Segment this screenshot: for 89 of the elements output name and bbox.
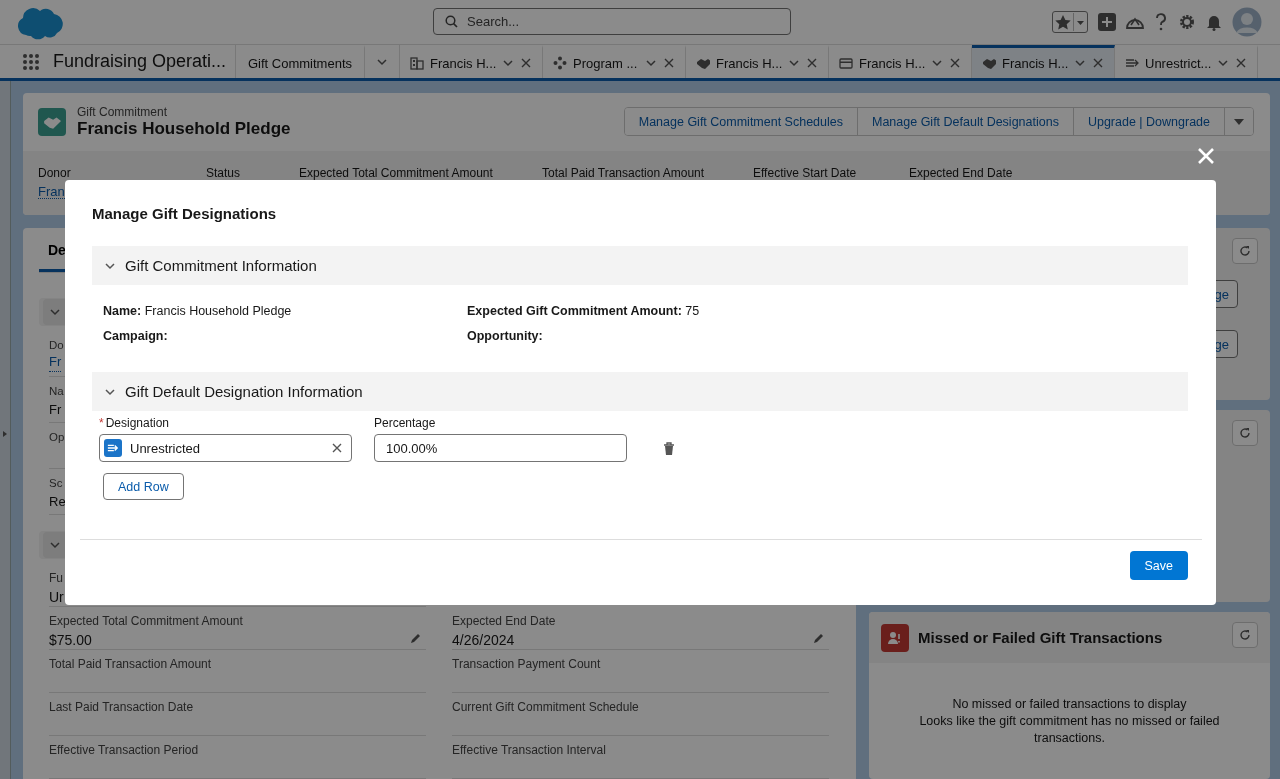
field-label: * Designation — [99, 416, 171, 430]
favorites-button[interactable] — [1052, 11, 1088, 33]
search-field[interactable]: Search... — [433, 8, 791, 35]
field-label: Effective Transaction Interval — [452, 742, 606, 758]
app-name: Fundraising Operati... — [53, 51, 227, 72]
settings-icon[interactable] — [1178, 13, 1196, 31]
refresh-icon — [1239, 427, 1251, 439]
close-icon[interactable] — [806, 57, 819, 69]
field-value: $75.00 — [49, 631, 92, 650]
section-toggle[interactable] — [43, 299, 67, 325]
section-header[interactable]: Gift Commitment Information — [92, 246, 1188, 285]
pencil-icon[interactable] — [410, 632, 422, 644]
caret-icon[interactable] — [1074, 57, 1087, 69]
field-label: Na — [49, 384, 64, 399]
field-value: Re — [49, 493, 66, 511]
field-label: Last Paid Transaction Date — [49, 699, 194, 715]
field-label: Sc — [49, 476, 63, 491]
nav-tab[interactable]: Francis H... — [972, 45, 1115, 78]
field-label: Expected Total Commitment Amount — [49, 613, 243, 629]
trash-icon[interactable] — [663, 441, 675, 455]
section-header[interactable]: Gift Default Designation Information — [92, 372, 1188, 411]
field-label: Expected End Date — [452, 613, 556, 629]
save-button[interactable]: Save — [1129, 551, 1188, 580]
close-icon[interactable] — [663, 57, 675, 69]
close-icon[interactable] — [1092, 57, 1105, 69]
field-text: Expected Gift Commitment Amount: 75 — [467, 303, 701, 318]
close-icon[interactable] — [1235, 57, 1248, 69]
field-link[interactable]: Fr — [49, 353, 62, 372]
percentage-field[interactable]: 100.00% — [374, 434, 627, 462]
person-icon — [887, 629, 903, 646]
add-row-button[interactable]: Add Row — [103, 473, 184, 500]
field-label: Effective Transaction Period — [49, 742, 199, 758]
field-label: Expected Total Commitment Amount — [299, 167, 494, 180]
empty-message: No missed or failed transactions to display — [951, 696, 1188, 713]
record-title: Francis Household Pledge — [77, 118, 291, 139]
add-icon[interactable] — [1098, 13, 1116, 31]
field-label: Effective Start Date — [753, 167, 858, 180]
close-icon[interactable] — [520, 57, 533, 69]
field-label: Percentage — [374, 416, 437, 430]
field-text: Name: Francis Household Pledge — [103, 303, 293, 318]
nodes-icon — [553, 56, 567, 70]
empty-message: Looks like the gift commitment has no missed or failed transactions. — [918, 713, 1221, 747]
caret-icon[interactable] — [788, 57, 801, 69]
caret-icon[interactable] — [502, 57, 515, 69]
arrow-icon — [1125, 56, 1139, 70]
refresh-icon — [1239, 629, 1251, 641]
refresh-icon — [1239, 245, 1251, 257]
card-icon — [839, 56, 853, 70]
field-label: Fu — [49, 570, 63, 586]
field-text: Campaign: — [103, 328, 169, 343]
record-type: Gift Commitment — [77, 104, 168, 119]
donor-link[interactable]: Fran — [38, 185, 65, 199]
field-value: Ur — [49, 588, 64, 607]
designation-icon — [104, 439, 122, 457]
field-label: Do — [49, 338, 64, 353]
caret-icon — [1073, 13, 1087, 31]
required-mark: * — [99, 416, 104, 430]
field-label: Current Gift Commitment Schedule — [452, 699, 639, 715]
clear-icon[interactable] — [331, 442, 343, 454]
refresh-button[interactable] — [1232, 622, 1258, 648]
close-icon[interactable] — [949, 57, 962, 69]
caret-icon — [1234, 117, 1244, 126]
field-label: Total Paid Transaction Amount — [542, 167, 706, 180]
field-value: Fr — [49, 401, 62, 419]
field-label: Op — [49, 430, 65, 445]
app-launcher-icon[interactable] — [22, 52, 40, 71]
pencil-icon[interactable] — [813, 632, 825, 644]
field-label: Donor — [38, 167, 72, 180]
field-label: Expected End Date — [909, 167, 1014, 180]
caret-icon[interactable] — [931, 57, 944, 69]
caret-icon[interactable] — [1217, 57, 1230, 69]
star-icon — [1053, 13, 1073, 31]
field-text: Opportunity: — [467, 328, 544, 343]
field-label: Status — [206, 167, 242, 180]
building-icon — [410, 56, 424, 70]
card-title: Missed or Failed Gift Transactions — [918, 629, 1163, 646]
refresh-button[interactable] — [1232, 238, 1258, 264]
panel-toggle-icon[interactable] — [3, 431, 7, 437]
designation-field[interactable]: Unrestricted — [99, 434, 352, 462]
refresh-button[interactable] — [1232, 420, 1258, 446]
bell-icon[interactable] — [1206, 13, 1222, 31]
modal-title: Manage Gift Designations — [92, 204, 278, 224]
action-button[interactable]: Manage Gift Commitment Schedules — [624, 108, 858, 135]
field-label: Total Paid Transaction Amount — [49, 656, 212, 672]
field-value: 4/26/2024 — [452, 631, 515, 650]
field-label: Transaction Payment Count — [452, 656, 601, 672]
caret-icon[interactable] — [645, 57, 657, 69]
section-toggle[interactable] — [43, 532, 67, 558]
help-icon[interactable] — [1154, 13, 1168, 31]
